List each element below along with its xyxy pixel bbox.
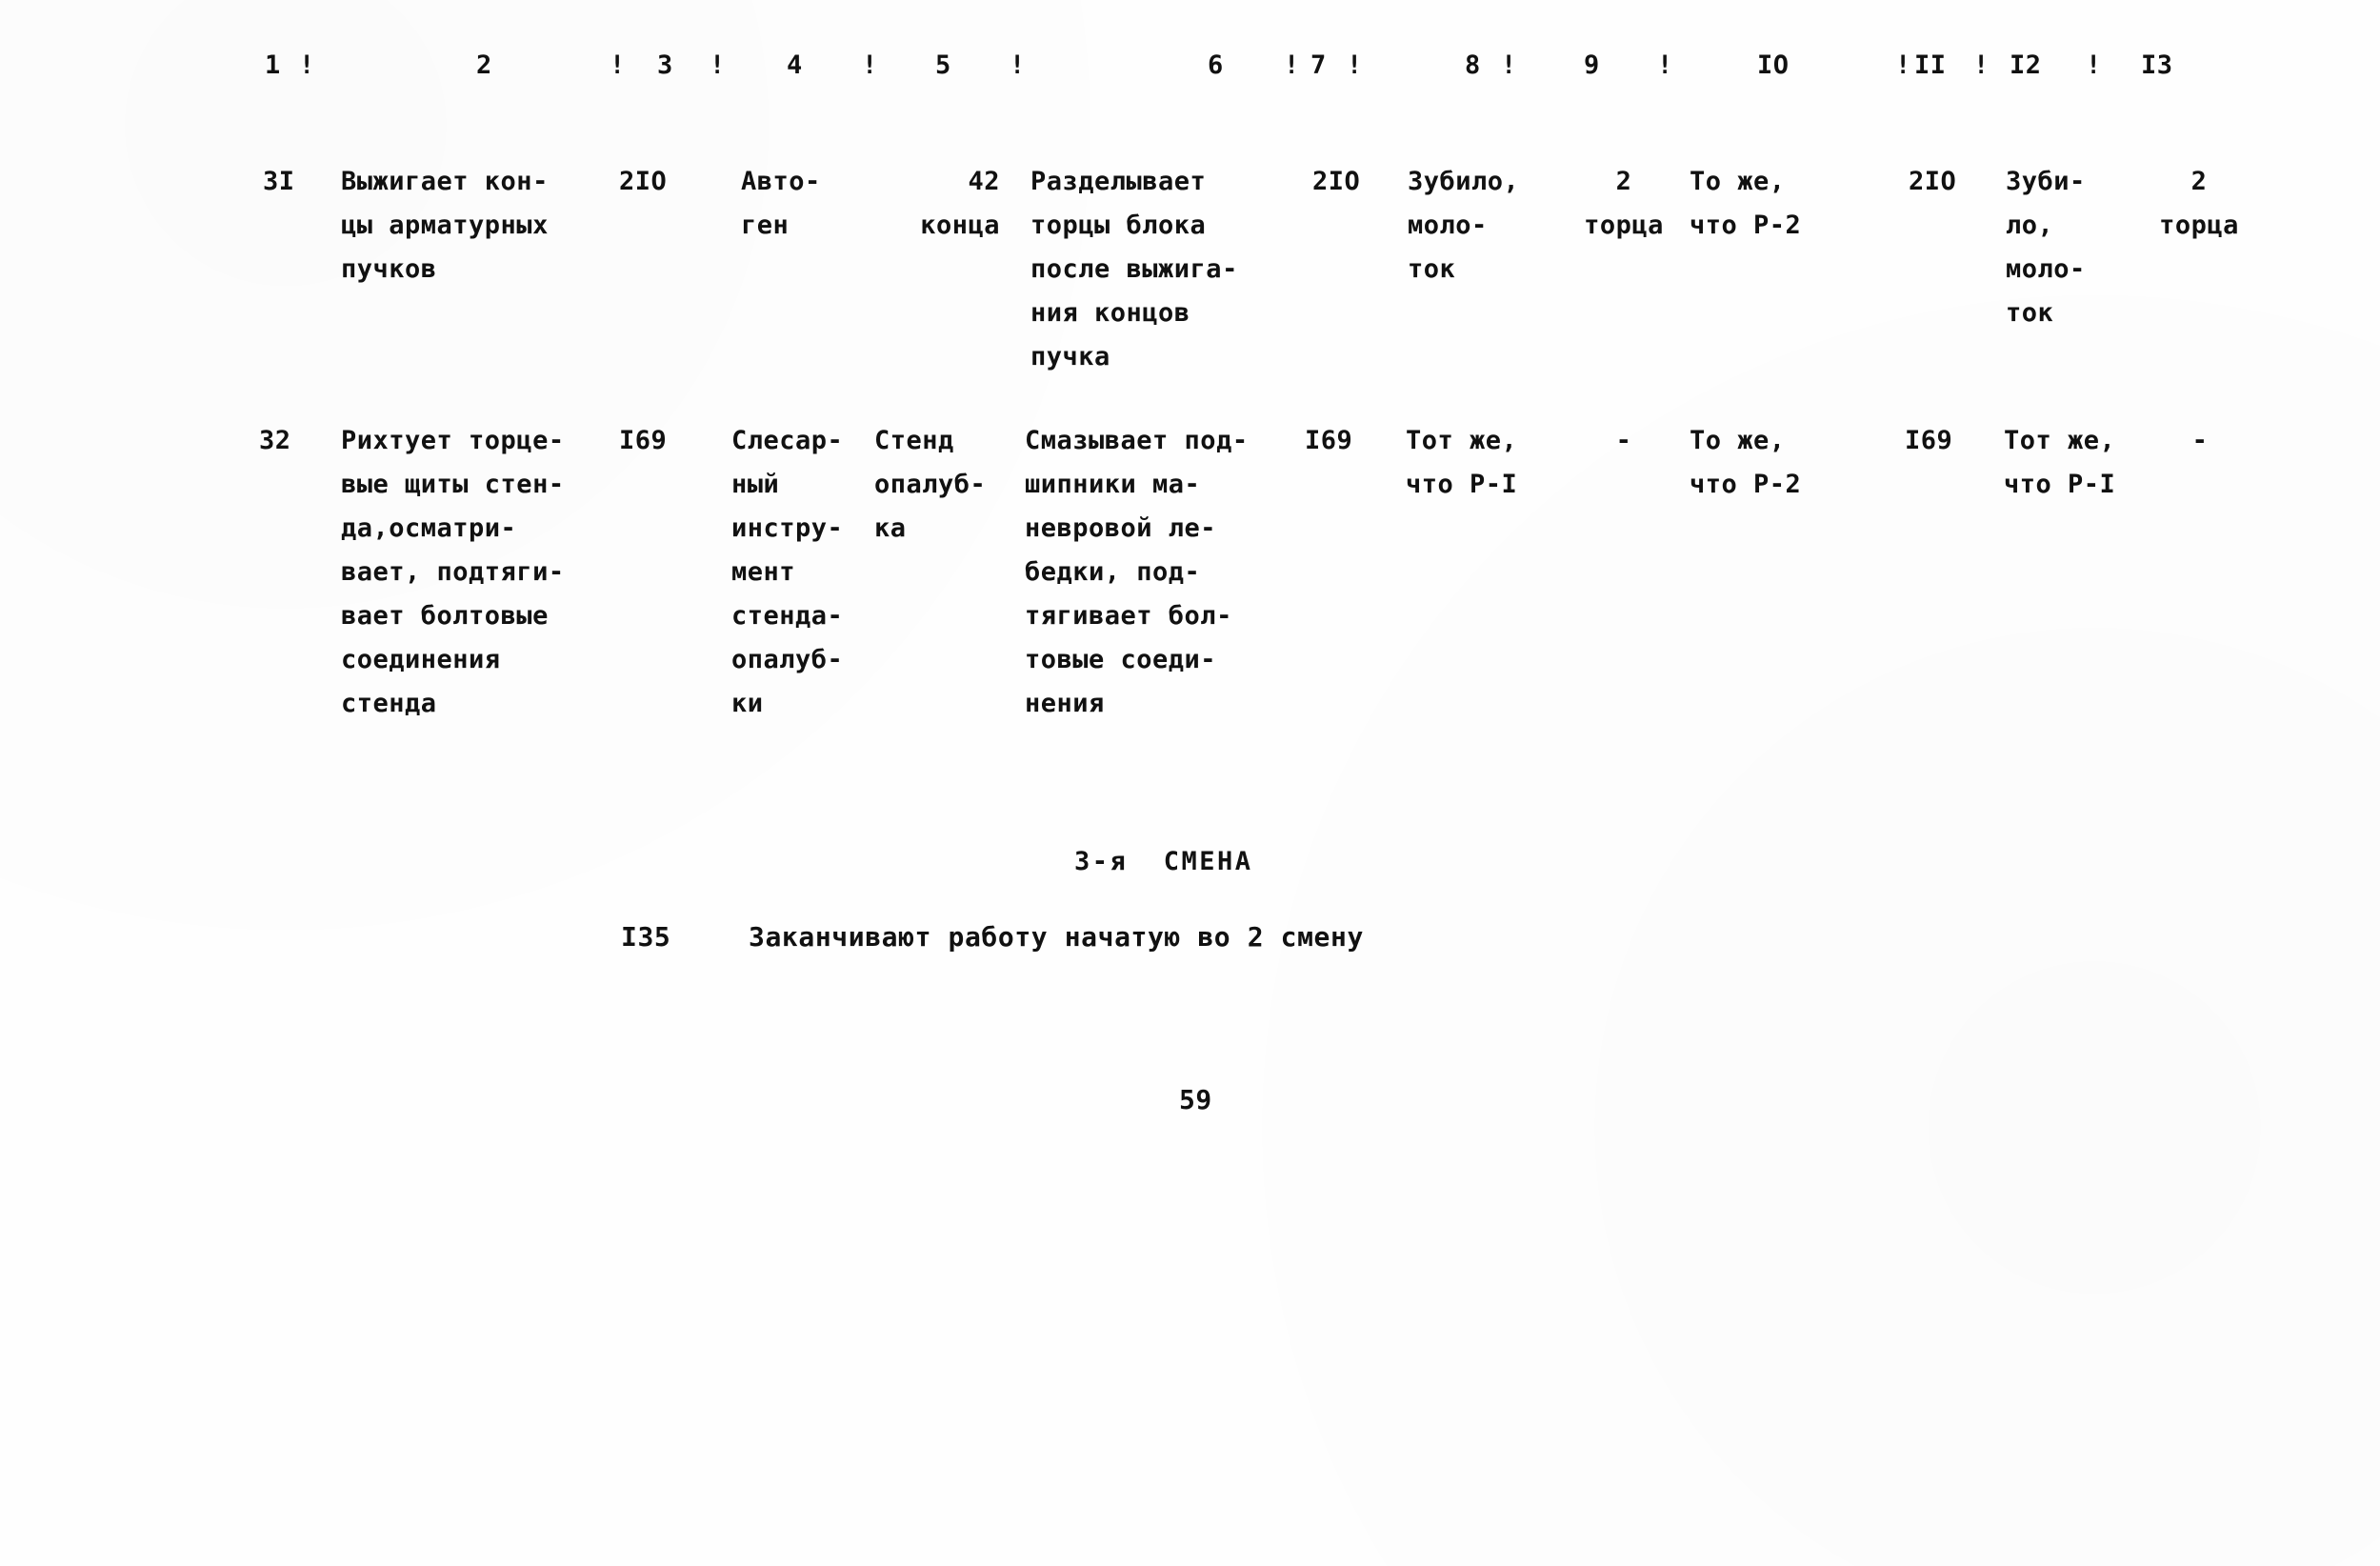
column-header-9: 9 [1584,50,1600,80]
row-32-col-13-units: - [2191,426,2209,455]
row-32-col-4-equipment: Слесар- ный инстру- мент стенда- опалуб-… [731,426,844,718]
column-header-1: 1 [265,50,281,80]
row-31-col-4-equipment: Авто- ген [741,167,821,240]
column-header-8: 8 [1465,50,1481,80]
row-31-col-7-quantity: 2IO [1312,167,1361,196]
document-page: 1 ! 2 ! 3 ! 4 ! 5 ! 6 ! 7 ! 8 ! 9 ! IO !… [0,0,2380,1566]
header-separator-10: ! [1895,50,1911,80]
column-header-13: I3 [2141,50,2173,80]
header-separator-4: ! [862,50,878,80]
shift-entry-text: Заканчивают работу начатую во 2 смену [749,921,1364,953]
row-31-col-10-reference: То же, что Р-2 [1690,167,1802,240]
column-header-2: 2 [476,50,492,80]
row-32-col-7-quantity: I69 [1305,426,1353,455]
column-header-12: I2 [2010,50,2042,80]
shift-section-title: 3-я СМЕНА [1074,847,1253,876]
row-31-col-13-units: 2 торца [2159,167,2239,240]
header-separator-2: ! [610,50,626,80]
header-separator-5: ! [1010,50,1026,80]
header-separator-11: ! [1973,50,1990,80]
header-separator-1: ! [299,50,315,80]
shift-entry-number: I35 [621,921,671,953]
header-separator-8: ! [1501,50,1517,80]
column-header-4: 4 [787,50,803,80]
header-separator-9: ! [1657,50,1673,80]
column-header-11: II [1914,50,1947,80]
row-32-col-2-operation: Рихтует торце- вые щиты стен- да,осматри… [341,426,565,718]
row-31-col-5-units: 42 конца [920,167,1000,240]
row-31-col-3-quantity: 2IO [619,167,668,196]
row-31-col-9-units: 2 торца [1584,167,1664,240]
column-header-10: IO [1757,50,1790,80]
row-31-col-11-quantity: 2IO [1909,167,1957,196]
row-32-col-9-units: - [1615,426,1632,455]
row-31-col-2-operation: Выжигает кон- цы арматурных пучков [341,167,549,284]
column-header-5: 5 [935,50,951,80]
row-31-col-8-tools: Зубило, моло- ток [1408,167,1520,284]
row-31-col-12-tools: Зуби- ло, моло- ток [2006,167,2086,328]
header-separator-6: ! [1284,50,1300,80]
row-32-col-10-reference: То же, что Р-2 [1690,426,1802,499]
row-31-col-1-number: 3I [263,167,295,196]
page-number: 59 [1179,1084,1212,1115]
column-header-3: 3 [657,50,673,80]
row-32-col-11-quantity: I69 [1905,426,1953,455]
row-32-col-3-quantity: I69 [619,426,668,455]
header-separator-7: ! [1347,50,1363,80]
row-32-col-12-tools: Тот же, что Р-I [2004,426,2116,499]
row-32-col-6-description: Смазывает под- шипники ма- невровой ле- … [1025,426,1249,718]
row-32-col-1-number: 32 [259,426,291,455]
row-32-col-8-tools: Тот же, что Р-I [1406,426,1518,499]
column-header-7: 7 [1310,50,1327,80]
header-separator-3: ! [710,50,726,80]
header-separator-12: ! [2086,50,2102,80]
row-32-col-5-form: Стенд опалуб- ка [874,426,987,543]
column-header-6: 6 [1208,50,1224,80]
row-31-col-6-description: Разделывает торцы блока после выжига- ни… [1030,167,1238,371]
